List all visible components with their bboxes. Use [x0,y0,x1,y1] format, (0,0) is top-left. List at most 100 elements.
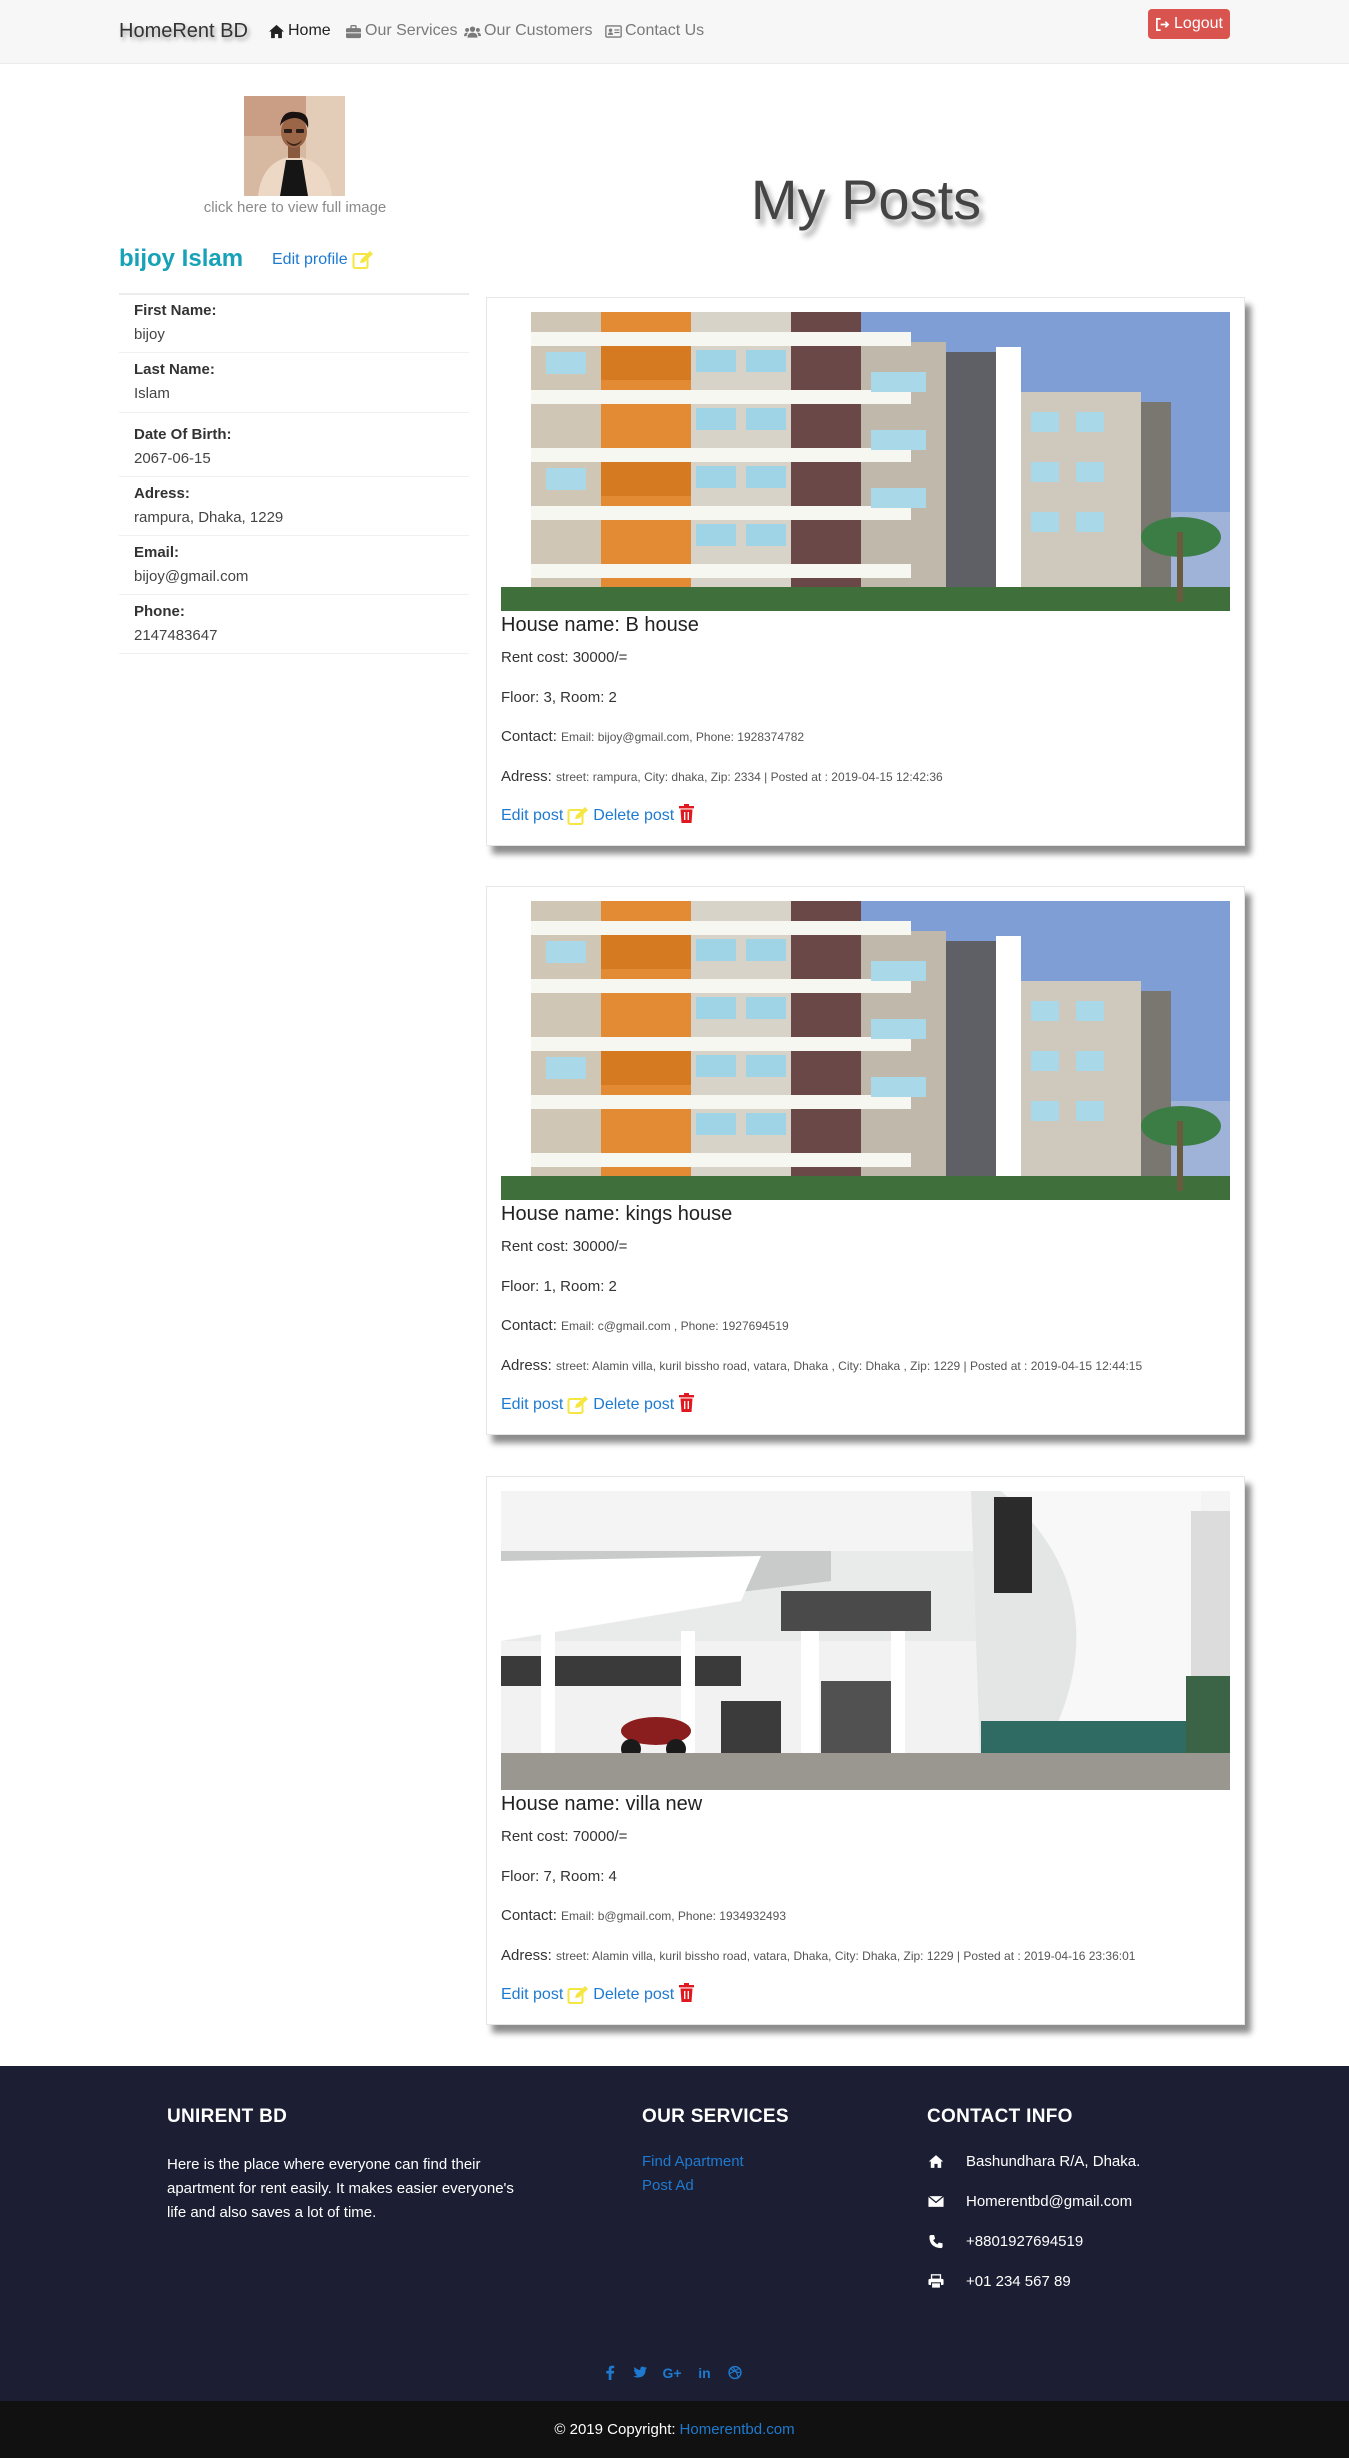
post-address-label: Adress: [501,1947,552,1964]
post-actions: Edit post Delete post [501,1393,695,1417]
phone-icon [927,2234,945,2250]
post-contact: Contact: Email: b@gmail.com, Phone: 1934… [501,1907,786,1924]
post-contact: Contact: Email: bijoy@gmail.com, Phone: … [501,728,804,745]
post-house-name: House name: B house [501,614,699,636]
field-label: Phone: [134,603,185,620]
delete-post-button[interactable]: Delete post [593,807,674,825]
address-card-icon [605,24,622,38]
profile-name: bijoy Islam [119,245,244,272]
post-actions: Edit post Delete post [501,804,695,828]
post-floor-room: Floor: 3, Room: 2 [501,689,617,706]
post-contact-value: Email: c@gmail.com , Phone: 1927694519 [561,1319,789,1333]
contact-text: Homerentbd@gmail.com [966,2193,1133,2210]
post-address-value: street: Alamin villa, kuril bissho road,… [556,1359,1143,1373]
post-contact-label: Contact: [501,1317,557,1334]
footer-contact-phone: +8801927694519 [927,2233,1083,2250]
field-value: rampura, Dhaka, 1229 [134,509,284,526]
trash-icon[interactable] [678,1983,695,2007]
post-card: House name: kings house Rent cost: 30000… [486,886,1245,1435]
contact-text: Bashundhara R/A, Dhaka. [966,2153,1141,2170]
google-plus-icon[interactable]: G+ [661,2364,683,2381]
profile-field-address: Adress: rampura, Dhaka, 1229 [134,485,283,526]
edit-icon[interactable] [567,1985,589,2005]
field-value: bijoy [134,326,165,343]
post-address: Adress: street: Alamin villa, kuril biss… [501,1947,1135,1964]
white-villa-image [501,1491,1230,1790]
envelope-icon [927,2194,945,2210]
footer-about-heading: UNIRENT BD [167,2106,288,2127]
field-value: bijoy@gmail.com [134,568,249,585]
post-address-label: Adress: [501,1357,552,1374]
post-image[interactable] [501,312,1230,611]
post-rent: Rent cost: 70000/= [501,1828,628,1845]
home-icon [269,24,284,38]
delete-post-button[interactable]: Delete post [593,1986,674,2004]
users-icon [464,25,481,38]
edit-post-button[interactable]: Edit post [501,1396,563,1414]
avatar-caption[interactable]: click here to view full image [150,199,440,216]
profile-details [119,293,469,295]
nav-services[interactable]: Our Services [345,22,457,40]
post-card: House name: villa new Rent cost: 70000/=… [486,1476,1245,2025]
page-title: My Posts [750,168,982,231]
divider [119,476,469,477]
footer-contact-address: Bashundhara R/A, Dhaka. [927,2153,1140,2170]
nav-services-label: Our Services [365,22,458,39]
profile-field-last-name: Last Name: Islam [134,361,215,402]
nav-home[interactable]: Home [268,22,331,40]
nav-contact-label: Contact Us [625,22,705,39]
footer: UNIRENT BD Here is the place where every… [0,2066,1349,2401]
post-floor-room: Floor: 1, Room: 2 [501,1278,617,1295]
footer-link-find-apartment[interactable]: Find Apartment [642,2153,744,2170]
social-links: G+ in [601,2364,743,2381]
field-label: Email: [134,544,180,561]
divider [119,535,469,536]
post-address-label: Adress: [501,768,552,785]
apartment-building-image [501,312,1230,611]
home-icon [927,2154,945,2170]
profile-field-phone: Phone: 2147483647 [134,603,217,644]
divider [119,653,469,654]
linkedin-icon[interactable]: in [696,2364,713,2381]
field-label: Adress: [134,485,190,502]
twitter-icon[interactable] [631,2364,648,2381]
post-image[interactable] [501,901,1230,1200]
edit-icon [352,251,373,269]
post-image[interactable] [501,1491,1230,1790]
nav-contact[interactable]: Contact Us [605,22,704,40]
footer-about-text: Here is the place where everyone can fin… [167,2156,514,2221]
contact-text: +01 234 567 89 [966,2273,1071,2290]
profile-field-dob: Date Of Birth: 2067-06-15 [134,426,232,467]
profile-field-email: Email: bijoy@gmail.com [134,544,248,585]
divider [119,352,469,353]
facebook-icon[interactable] [601,2364,618,2381]
print-icon [927,2274,945,2290]
dribbble-icon[interactable] [726,2364,743,2381]
copyright-link[interactable]: Homerentbd.com [680,2421,795,2438]
edit-icon[interactable] [567,1395,589,1415]
edit-post-button[interactable]: Edit post [501,1986,563,2004]
nav-customers[interactable]: Our Customers [464,22,592,40]
post-address: Adress: street: Alamin villa, kuril biss… [501,1357,1142,1374]
post-address-value: street: Alamin villa, kuril bissho road,… [556,1949,1136,1963]
field-label: First Name: [134,302,217,319]
edit-profile-label: Edit profile [272,251,348,268]
profile-field-first-name: First Name: bijoy [134,302,217,343]
post-contact-value: Email: bijoy@gmail.com, Phone: 192837478… [561,730,805,744]
post-rent: Rent cost: 30000/= [501,649,628,666]
brand-logo[interactable]: HomeRent BD [119,20,248,43]
edit-profile-button[interactable]: Edit profile [272,250,374,270]
delete-post-button[interactable]: Delete post [593,1396,674,1414]
divider [119,412,469,413]
sign-out-icon [1156,17,1170,31]
trash-icon[interactable] [678,804,695,828]
footer-link-post-ad[interactable]: Post Ad [642,2177,694,2194]
field-value: Islam [134,385,170,402]
avatar[interactable] [244,96,345,196]
trash-icon[interactable] [678,1393,695,1417]
post-actions: Edit post Delete post [501,1983,695,2007]
edit-post-button[interactable]: Edit post [501,807,563,825]
post-contact-label: Contact: [501,728,557,745]
edit-icon[interactable] [567,806,589,826]
logout-button[interactable]: Logout [1148,9,1230,39]
